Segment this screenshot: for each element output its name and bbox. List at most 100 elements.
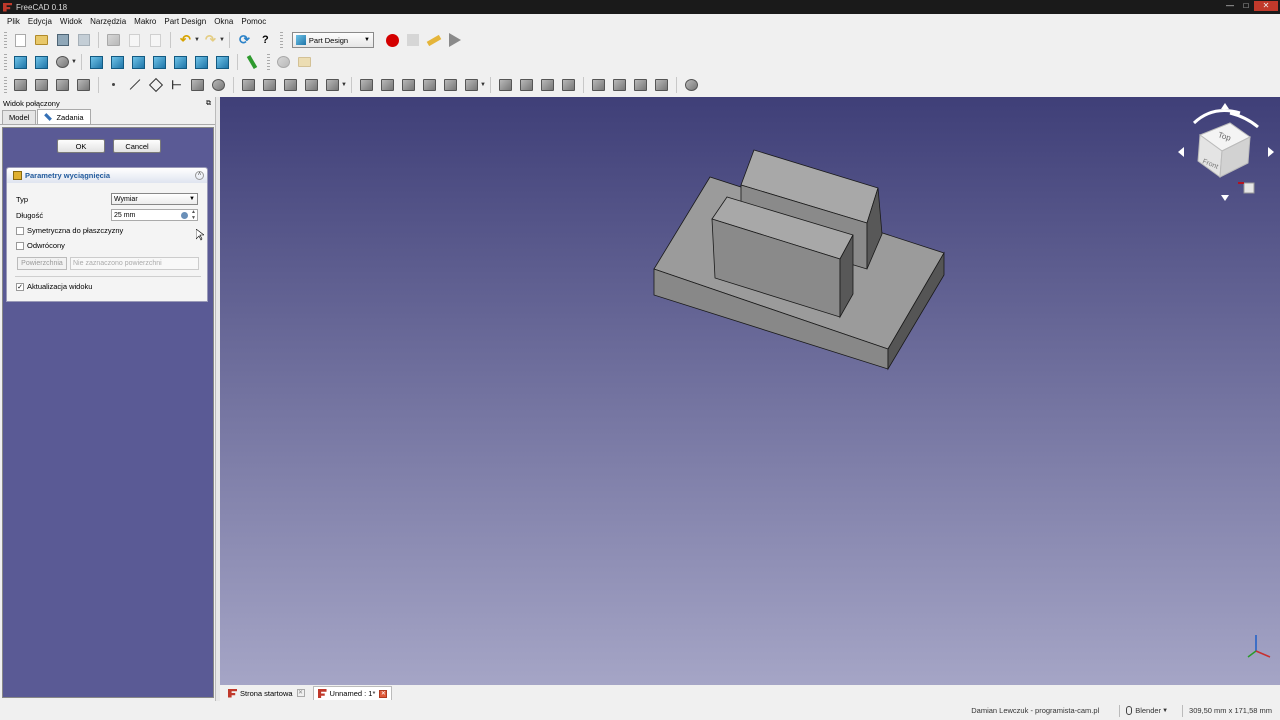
close-tab-icon[interactable]: ✕ [379, 689, 388, 698]
linear-pattern-icon[interactable] [518, 76, 535, 93]
save-icon[interactable] [54, 32, 71, 49]
subtractive-primitive-dropdown-icon[interactable]: ▼ [480, 82, 486, 88]
datum-line-icon[interactable] [126, 76, 143, 93]
undock-icon[interactable]: ⧉ [206, 100, 211, 108]
groove-icon[interactable] [400, 76, 417, 93]
toolbar-grip[interactable] [266, 54, 270, 70]
close-button[interactable]: ✕ [1254, 1, 1278, 11]
multitransform-icon[interactable] [560, 76, 577, 93]
validate-sketch-icon[interactable] [54, 76, 71, 93]
tab-start-page[interactable]: Strona startowa ✕ [224, 686, 309, 700]
boolean-icon[interactable] [683, 76, 700, 93]
3d-model[interactable] [220, 97, 1280, 685]
close-tab-icon[interactable]: ✕ [296, 689, 305, 697]
redo-icon[interactable]: ↷ [202, 32, 219, 49]
fit-selection-icon[interactable] [33, 54, 50, 71]
tab-model[interactable]: Model [2, 110, 37, 124]
tab-unnamed-document[interactable]: Unnamed : 1* ✕ [312, 686, 393, 700]
menu-macro[interactable]: Makro [130, 17, 160, 26]
cut-icon[interactable] [105, 32, 122, 49]
macro-execute-icon[interactable] [447, 32, 464, 49]
polar-pattern-icon[interactable] [539, 76, 556, 93]
toolbar-grip[interactable] [279, 32, 283, 48]
paste-icon[interactable] [147, 32, 164, 49]
draft-icon[interactable] [632, 76, 649, 93]
chamfer-icon[interactable] [611, 76, 628, 93]
create-part-icon[interactable] [275, 54, 292, 71]
copy-icon[interactable] [126, 32, 143, 49]
draw-style-dropdown-icon[interactable]: ▼ [71, 59, 77, 65]
macro-record-icon[interactable] [384, 32, 401, 49]
pocket-icon[interactable] [358, 76, 375, 93]
front-view-icon[interactable] [109, 54, 126, 71]
thickness-icon[interactable] [653, 76, 670, 93]
print-icon[interactable] [75, 32, 92, 49]
update-view-row[interactable]: ✓ Aktualizacja widoku [16, 282, 92, 291]
datum-plane-icon[interactable] [147, 76, 164, 93]
isometric-view-icon[interactable] [88, 54, 105, 71]
undo-icon[interactable]: ↶ [177, 32, 194, 49]
update-view-checkbox[interactable]: ✓ [16, 282, 24, 291]
face-input[interactable]: Nie zaznaczono powierzchni [70, 257, 199, 270]
macro-stop-icon[interactable] [405, 32, 422, 49]
menu-part-design[interactable]: Part Design [160, 17, 210, 26]
expression-icon[interactable] [181, 211, 188, 219]
menu-tools[interactable]: Narzędzia [86, 17, 130, 26]
collapse-icon[interactable]: ˄ [195, 171, 204, 180]
clone-icon[interactable] [210, 76, 227, 93]
length-input[interactable]: 25 mm ▲ ▼ [111, 209, 198, 221]
fit-all-icon[interactable] [12, 54, 29, 71]
shape-binder-icon[interactable] [189, 76, 206, 93]
3d-viewport[interactable]: Top Front [220, 97, 1280, 685]
menu-help[interactable]: Pomoc [237, 17, 270, 26]
minimize-button[interactable]: — [1222, 1, 1238, 11]
face-select-button[interactable]: Powierzchnia [17, 257, 67, 270]
navigation-cube[interactable]: Top Front [1178, 103, 1278, 203]
additive-pipe-icon[interactable] [303, 76, 320, 93]
right-view-icon[interactable] [151, 54, 168, 71]
datum-point-icon[interactable] [105, 76, 122, 93]
create-group-icon[interactable] [296, 54, 313, 71]
map-sketch-icon[interactable] [75, 76, 92, 93]
measure-distance-icon[interactable] [244, 54, 261, 71]
left-view-icon[interactable] [214, 54, 231, 71]
additive-loft-icon[interactable] [282, 76, 299, 93]
menu-windows[interactable]: Okna [210, 17, 237, 26]
fillet-icon[interactable] [590, 76, 607, 93]
length-spin-buttons[interactable]: ▲ ▼ [190, 209, 197, 221]
toolbar-grip[interactable] [4, 76, 7, 93]
redo-dropdown-icon[interactable]: ▼ [219, 37, 225, 43]
workbench-selector[interactable]: Part Design ▼ [291, 32, 374, 48]
ok-button[interactable]: OK [57, 139, 105, 153]
subtractive-pipe-icon[interactable] [442, 76, 459, 93]
toolbar-grip[interactable] [4, 54, 7, 70]
symmetric-row[interactable]: Symetryczna do płaszczyzny [16, 226, 123, 235]
mirrored-icon[interactable] [497, 76, 514, 93]
maximize-button[interactable]: □ [1238, 1, 1254, 11]
local-coordinate-system-icon[interactable]: ⊢ [168, 76, 185, 93]
subtractive-primitive-icon[interactable] [463, 76, 480, 93]
toolbar-grip[interactable] [4, 32, 7, 48]
refresh-icon[interactable]: ⟳ [236, 32, 253, 49]
additive-primitive-dropdown-icon[interactable]: ▼ [341, 82, 347, 88]
pad-icon[interactable] [240, 76, 257, 93]
open-document-icon[interactable] [33, 32, 50, 49]
navigation-style-button[interactable]: Blender ▼ [1126, 706, 1168, 715]
subtractive-loft-icon[interactable] [421, 76, 438, 93]
undo-dropdown-icon[interactable]: ▼ [194, 37, 200, 43]
bottom-view-icon[interactable] [193, 54, 210, 71]
cancel-button[interactable]: Cancel [113, 139, 161, 153]
reversed-row[interactable]: Odwrócony [16, 241, 65, 250]
symmetric-checkbox[interactable] [16, 226, 24, 235]
whats-this-icon[interactable]: ? [257, 32, 274, 49]
type-select[interactable]: Wymiar ▼ [111, 193, 198, 205]
reversed-checkbox[interactable] [16, 241, 24, 250]
rear-view-icon[interactable] [172, 54, 189, 71]
macro-edit-icon[interactable] [426, 32, 443, 49]
tab-tasks[interactable]: Zadania [37, 109, 91, 124]
menu-edit[interactable]: Edycja [24, 17, 56, 26]
new-document-icon[interactable] [12, 32, 29, 49]
draw-style-icon[interactable] [54, 54, 71, 71]
additive-primitive-icon[interactable] [324, 76, 341, 93]
menu-view[interactable]: Widok [56, 17, 86, 26]
